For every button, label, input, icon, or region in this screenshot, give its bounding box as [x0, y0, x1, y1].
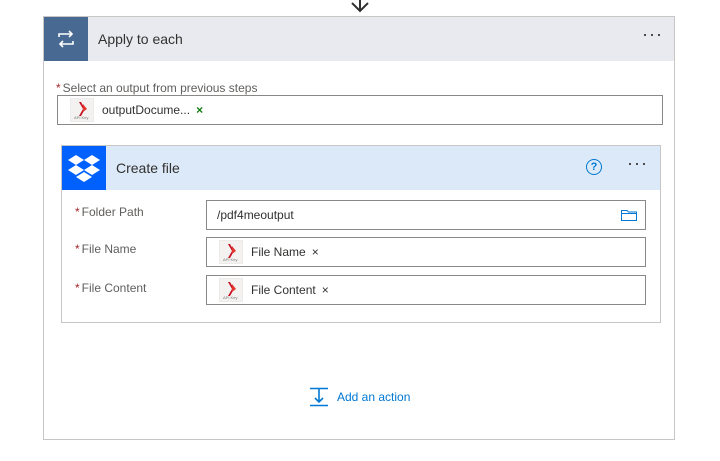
apply-to-each-card: Apply to each ··· * Select an output from… [43, 16, 675, 440]
pdf4me-icon-caption: API Key [223, 257, 238, 262]
pdf4me-icon-caption: API Key [74, 115, 89, 120]
remove-token-icon[interactable]: × [196, 103, 203, 117]
pdf4me-icon: API Key [219, 240, 243, 264]
file-content-token-label: File Content [251, 283, 316, 297]
apply-to-each-more-button[interactable]: ··· [642, 25, 663, 43]
required-marker: * [75, 205, 80, 219]
apply-to-each-title: Apply to each [98, 31, 183, 47]
dropbox-icon [62, 146, 106, 190]
add-an-action-button[interactable]: Add an action [309, 387, 410, 407]
add-an-action-label: Add an action [337, 390, 411, 404]
select-output-label-text: Select an output from previous steps [62, 81, 258, 95]
output-token[interactable]: API Key outputDocume... × [70, 98, 203, 122]
remove-token-icon[interactable]: × [312, 245, 319, 259]
flow-down-arrow-icon [351, 0, 369, 13]
folder-path-input[interactable]: /pdf4meoutput [206, 200, 646, 230]
folder-path-label-text: Folder Path [81, 205, 144, 219]
select-output-label: * Select an output from previous steps [56, 81, 257, 95]
required-marker: * [75, 281, 80, 295]
required-marker: * [75, 242, 80, 256]
output-token-label: outputDocume... [102, 103, 191, 117]
pdf4me-icon: API Key [70, 98, 94, 122]
file-name-label-text: File Name [81, 242, 137, 256]
select-output-input[interactable]: API Key outputDocume... × [57, 95, 663, 125]
file-content-label-text: File Content [81, 281, 147, 295]
create-file-header[interactable]: Create file ? ··· [62, 146, 660, 190]
file-name-input[interactable]: API Key File Name × [206, 237, 646, 267]
pdf4me-icon-caption: API Key [223, 295, 238, 300]
required-marker: * [56, 81, 61, 95]
remove-token-icon[interactable]: × [322, 283, 329, 297]
file-name-token[interactable]: API Key File Name × [219, 240, 319, 264]
folder-path-label: * Folder Path [75, 205, 144, 219]
help-icon[interactable]: ? [586, 159, 602, 175]
folder-icon[interactable] [621, 209, 637, 221]
file-name-label: * File Name [75, 242, 136, 256]
create-file-card: Create file ? ··· * Folder Path /pdf4meou… [61, 145, 661, 323]
file-content-label: * File Content [75, 281, 146, 295]
file-content-input[interactable]: API Key File Content × [206, 275, 646, 305]
create-file-title: Create file [116, 160, 180, 176]
folder-path-value: /pdf4meoutput [217, 208, 294, 222]
add-action-icon [310, 387, 328, 407]
apply-to-each-header[interactable]: Apply to each ··· [44, 17, 674, 61]
file-content-token[interactable]: API Key File Content × [219, 278, 329, 302]
pdf4me-icon: API Key [219, 278, 243, 302]
create-file-more-button[interactable]: ··· [627, 154, 648, 172]
loop-icon [44, 17, 88, 61]
file-name-token-label: File Name [251, 245, 306, 259]
